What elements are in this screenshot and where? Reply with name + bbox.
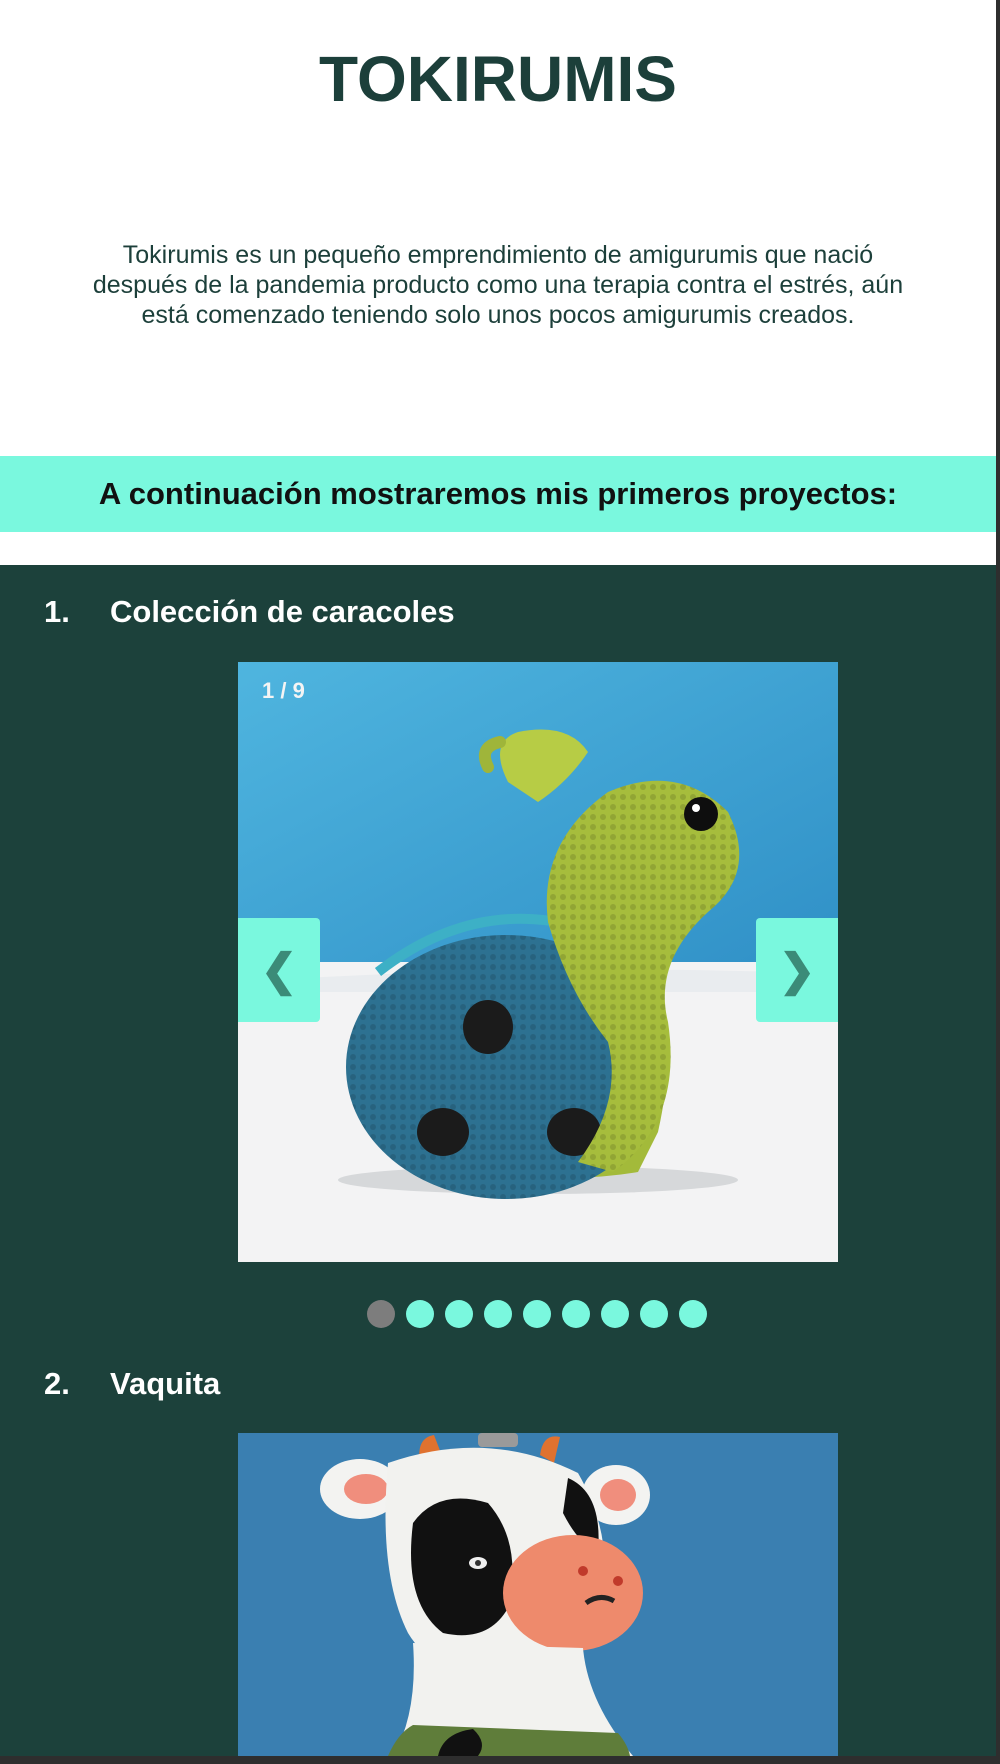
page: TOKIRUMIS Tokirumis es un pequeño empren…	[0, 0, 996, 1756]
project-number: 2.	[44, 1366, 70, 1401]
project-title: Vaquita	[110, 1366, 221, 1401]
slide-counter: 1 / 9	[262, 678, 305, 703]
carousel-dot-5[interactable]	[523, 1300, 551, 1328]
carousel-dot-8[interactable]	[640, 1300, 668, 1328]
chevron-right-icon: ❯	[778, 945, 816, 995]
project-title: Colección de caracoles	[110, 594, 455, 629]
intro-paragraph: Tokirumis es un pequeño emprendimiento d…	[92, 241, 904, 329]
project-heading-2: 2. Vaquita	[44, 1366, 220, 1402]
banner-text: A continuación mostraremos mis primeros …	[98, 476, 898, 511]
window-edge-bottom	[0, 1756, 1000, 1764]
cow-photo	[238, 1433, 838, 1756]
previous-slide-button[interactable]: ❮	[238, 918, 320, 1022]
carousel-dot-7[interactable]	[601, 1300, 629, 1328]
project-number: 1.	[44, 594, 70, 629]
carousel-dot-3[interactable]	[445, 1300, 473, 1328]
carousel-dots	[367, 1300, 707, 1328]
window-edge	[996, 0, 1000, 1764]
chevron-left-icon: ❮	[260, 945, 298, 995]
site-title: TOKIRUMIS	[319, 43, 677, 115]
next-slide-button[interactable]: ❯	[756, 918, 838, 1022]
carousel-dot-1[interactable]	[367, 1300, 395, 1328]
snail-photo	[238, 662, 838, 1262]
carousel-dot-6[interactable]	[562, 1300, 590, 1328]
projects-banner: A continuación mostraremos mis primeros …	[0, 456, 996, 532]
carousel-dot-4[interactable]	[484, 1300, 512, 1328]
carousel-dot-9[interactable]	[679, 1300, 707, 1328]
snail-carousel: 1 / 9 ❮ ❯	[238, 662, 838, 1262]
carousel-dot-2[interactable]	[406, 1300, 434, 1328]
project-heading-1: 1. Colección de caracoles	[44, 594, 455, 630]
cow-carousel	[238, 1433, 838, 1756]
